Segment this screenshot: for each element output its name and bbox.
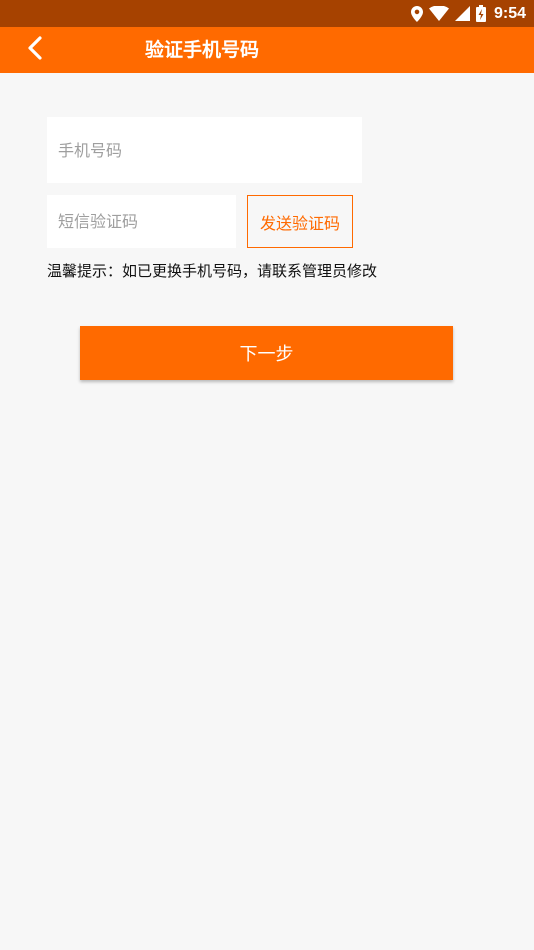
next-step-button[interactable]: 下一步 [80, 326, 453, 380]
signal-icon [454, 6, 470, 21]
status-icons: 9:54 [410, 0, 526, 27]
phone-number-input[interactable] [47, 117, 362, 183]
location-icon [410, 5, 423, 22]
send-code-button[interactable]: 发送验证码 [247, 195, 353, 248]
status-time: 9:54 [493, 4, 526, 22]
chevron-left-icon [27, 36, 43, 64]
sms-code-input[interactable] [47, 195, 236, 248]
page-title: 验证手机号码 [145, 39, 260, 61]
wifi-icon [428, 6, 449, 21]
app-bar: 验证手机号码 [0, 27, 534, 73]
battery-icon [475, 5, 486, 22]
back-button[interactable] [18, 33, 52, 67]
hint-text: 温馨提示：如已更换手机号码，请联系管理员修改 [47, 262, 378, 280]
status-bar: 9:54 [0, 0, 534, 27]
